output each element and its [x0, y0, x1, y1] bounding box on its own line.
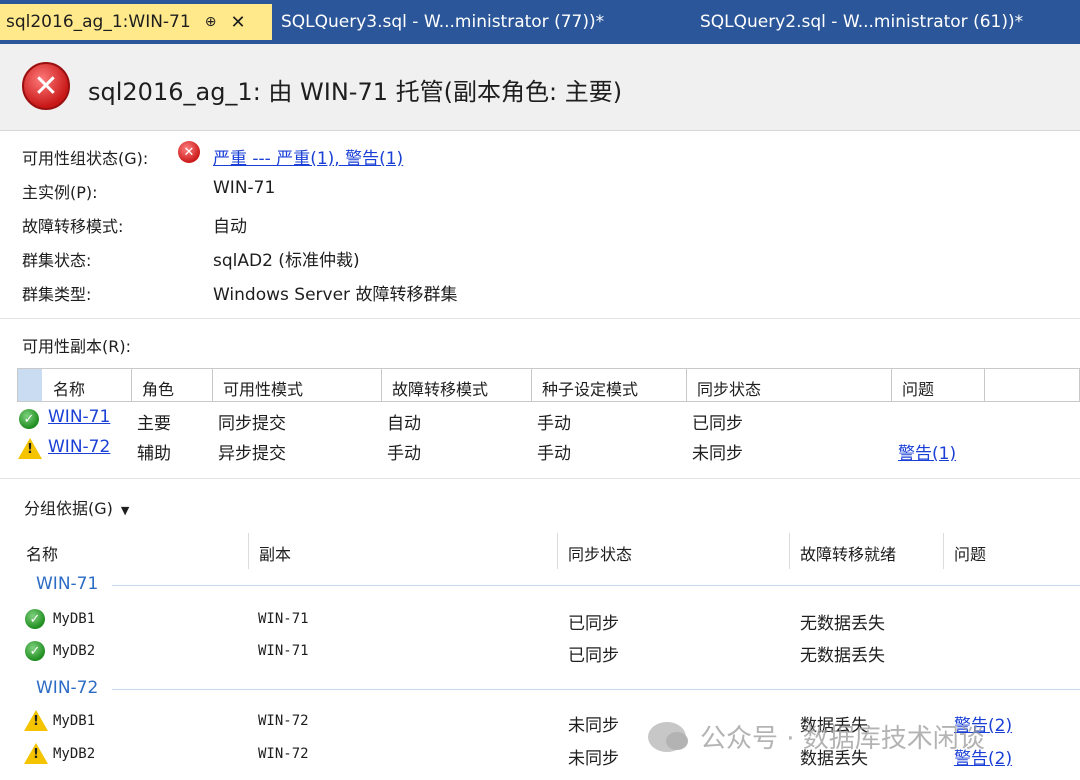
column-header-issues[interactable]: 问题: [902, 376, 934, 400]
cluster-type-label: 群集类型:: [22, 285, 92, 304]
tab-sqlquery2[interactable]: SQLQuery2.sql - W...ministrator (61))*: [700, 4, 1023, 40]
primary-instance-label: 主实例(P):: [22, 183, 98, 202]
group-by-dropdown[interactable]: 分组依据(G) ▼: [24, 495, 129, 519]
cluster-type-value: Windows Server 故障转移群集: [213, 285, 458, 305]
tab-ag-dashboard[interactable]: sql2016_ag_1:WIN-71 ⊕ ✕: [0, 4, 272, 40]
tab-label: sql2016_ag_1:WIN-71: [6, 12, 191, 32]
column-divider: [891, 369, 892, 401]
database-replica: WIN-72: [258, 713, 309, 729]
replica-role: 辅助: [137, 444, 171, 464]
database-sync-state: 已同步: [568, 646, 619, 666]
watermark-text: 公众号 · 数据库技术闲谈: [700, 724, 985, 754]
ok-icon: ✓: [25, 641, 45, 661]
tab-sqlquery3[interactable]: SQLQuery3.sql - W...ministrator (77))*: [281, 4, 604, 40]
database-failover-readiness: 无数据丢失: [800, 646, 885, 666]
error-icon: ✕: [178, 141, 200, 163]
group-divider: [112, 585, 1080, 586]
replica-availability-mode: 异步提交: [218, 444, 286, 464]
column-header-name[interactable]: 名称: [26, 541, 58, 565]
group-header-title[interactable]: WIN-72: [36, 678, 98, 698]
warning-icon: !: [18, 438, 42, 459]
cluster-state-label: 群集状态:: [22, 251, 92, 270]
database-name: MyDB1: [53, 713, 96, 729]
replica-issue-link[interactable]: 警告(1): [898, 439, 956, 464]
critical-error-icon: ✕: [22, 62, 70, 110]
group-divider: [112, 689, 1080, 690]
row-selector-header[interactable]: [18, 369, 42, 401]
column-divider: [131, 369, 132, 401]
column-header-failover-readiness[interactable]: 故障转移就绪: [800, 541, 896, 565]
page-title: sql2016_ag_1: 由 WIN-71 托管(副本角色: 主要): [88, 78, 623, 106]
database-replica: WIN-71: [258, 611, 309, 627]
replicas-section-label: 可用性副本(R):: [22, 337, 131, 356]
replicas-table-header: 名称 角色 可用性模式 故障转移模式 种子设定模式 同步状态 问题: [17, 368, 1080, 402]
database-name: MyDB2: [53, 643, 96, 659]
database-failover-readiness: 无数据丢失: [800, 614, 885, 634]
cluster-state-value: sqlAD2 (标准仲裁): [213, 251, 360, 271]
database-sync-state: 已同步: [568, 614, 619, 634]
replica-name-link[interactable]: WIN-71: [48, 407, 110, 427]
column-header-name[interactable]: 名称: [53, 376, 85, 400]
document-tab-strip: sql2016_ag_1:WIN-71 ⊕ ✕ SQLQuery3.sql - …: [0, 0, 1080, 44]
warning-icon: !: [24, 743, 48, 764]
column-header-role[interactable]: 角色: [142, 376, 174, 400]
column-divider: [557, 533, 558, 569]
replica-role: 主要: [137, 414, 171, 434]
column-header-sync-state[interactable]: 同步状态: [568, 541, 632, 565]
database-name: MyDB1: [53, 611, 96, 627]
column-header-seeding-mode[interactable]: 种子设定模式: [542, 376, 638, 400]
group-by-label: 分组依据(G): [24, 499, 113, 518]
column-header-sync-state[interactable]: 同步状态: [697, 376, 761, 400]
replica-sync-state: 已同步: [692, 414, 743, 434]
column-header-replica[interactable]: 副本: [259, 541, 291, 565]
database-replica: WIN-71: [258, 643, 309, 659]
replica-seeding-mode: 手动: [537, 444, 571, 464]
column-divider: [531, 369, 532, 401]
divider: [0, 478, 1080, 479]
column-header-failover-mode[interactable]: 故障转移模式: [392, 376, 488, 400]
ag-status-label: 可用性组状态(G):: [22, 149, 149, 168]
replica-failover-mode: 手动: [387, 444, 421, 464]
ok-icon: ✓: [25, 609, 45, 629]
column-divider: [984, 369, 985, 401]
database-sync-state: 未同步: [568, 749, 619, 769]
column-divider: [248, 533, 249, 569]
column-header-availability-mode[interactable]: 可用性模式: [223, 376, 303, 400]
column-divider: [943, 533, 944, 569]
wechat-icon: [648, 721, 688, 752]
close-icon[interactable]: ✕: [230, 12, 245, 33]
tab-label: SQLQuery3.sql - W...ministrator (77))*: [281, 12, 605, 32]
database-name: MyDB2: [53, 746, 96, 762]
database-replica: WIN-72: [258, 746, 309, 762]
replica-seeding-mode: 手动: [537, 414, 571, 434]
replica-availability-mode: 同步提交: [218, 414, 286, 434]
replica-name-link[interactable]: WIN-72: [48, 437, 110, 457]
replica-sync-state: 未同步: [692, 444, 743, 464]
failover-mode-label: 故障转移模式:: [22, 217, 124, 236]
watermark: 公众号 · 数据库技术闲谈: [648, 718, 985, 755]
group-header-title[interactable]: WIN-71: [36, 574, 98, 594]
tab-label: SQLQuery2.sql - W...ministrator (61))*: [700, 12, 1024, 32]
failover-mode-value: 自动: [213, 217, 247, 237]
column-divider: [381, 369, 382, 401]
database-sync-state: 未同步: [568, 716, 619, 736]
dashboard-header: ✕ sql2016_ag_1: 由 WIN-71 托管(副本角色: 主要): [0, 44, 1080, 131]
ok-icon: ✓: [19, 409, 39, 429]
caret-down-icon: ▼: [120, 504, 130, 517]
primary-instance-value: WIN-71: [213, 178, 276, 198]
warning-icon: !: [24, 710, 48, 731]
column-header-issues[interactable]: 问题: [954, 541, 986, 565]
pin-icon[interactable]: ⊕: [205, 14, 217, 30]
replica-failover-mode: 自动: [387, 414, 421, 434]
column-divider: [212, 369, 213, 401]
column-divider: [789, 533, 790, 569]
divider: [0, 318, 1080, 319]
column-divider: [686, 369, 687, 401]
ag-status-link[interactable]: 严重 --- 严重(1), 警告(1): [213, 144, 403, 169]
